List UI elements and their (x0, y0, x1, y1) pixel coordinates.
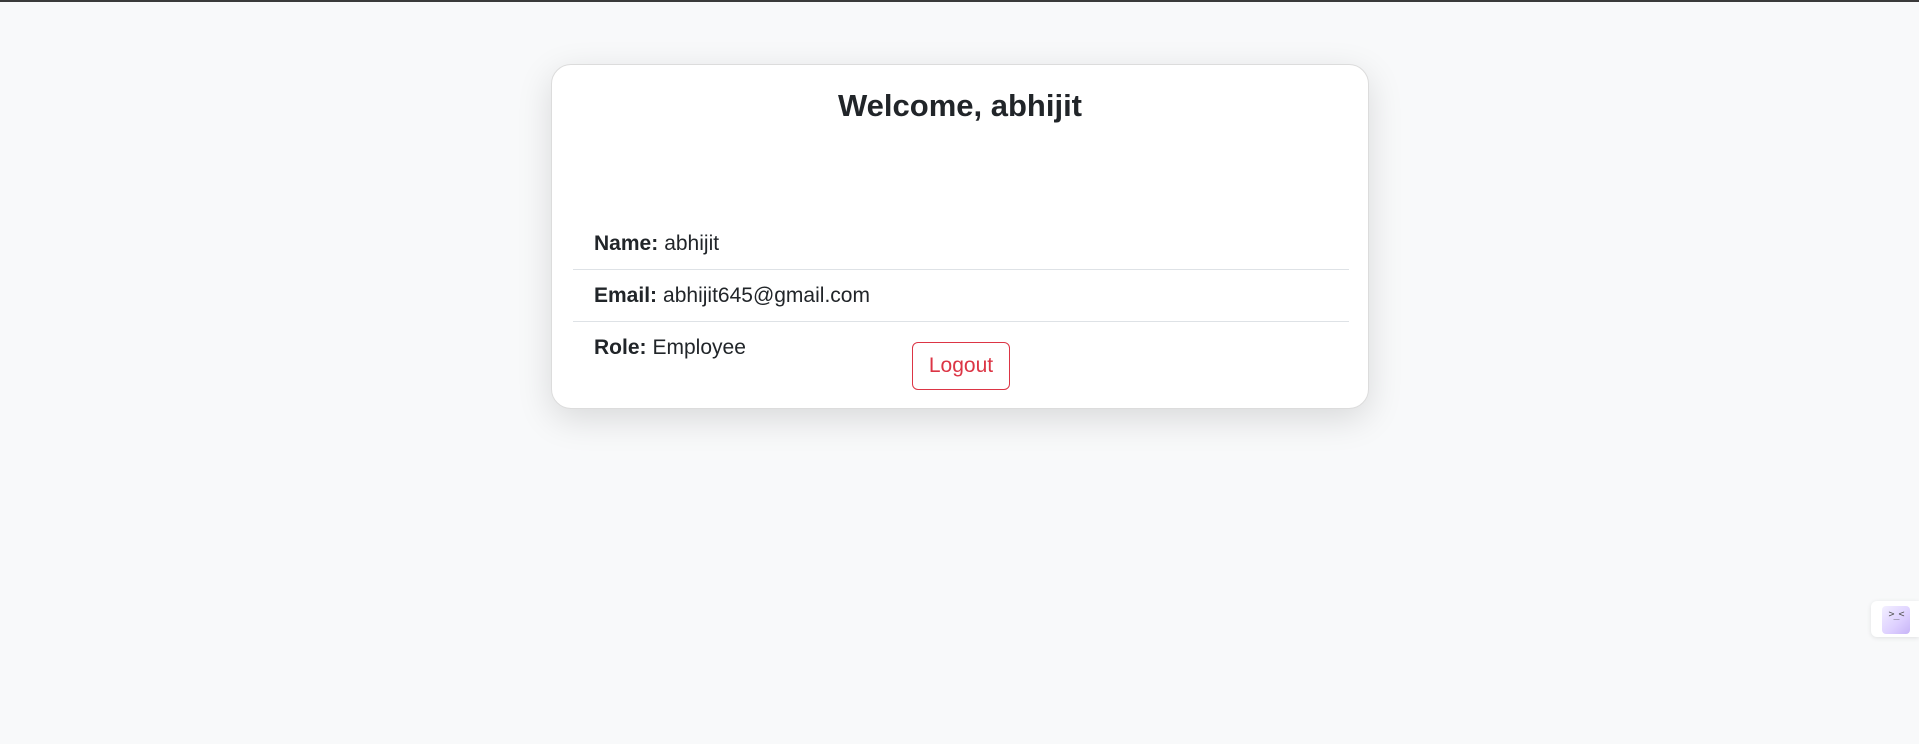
role-value: Employee (652, 336, 746, 359)
logout-button[interactable]: Logout (912, 342, 1010, 390)
extension-face-icon[interactable]: >_< (1882, 606, 1910, 634)
extension-widget[interactable]: >_< (1871, 601, 1919, 637)
window-top-border (0, 0, 1919, 2)
profile-card: Welcome, abhijit Name: abhijit Email: abhi… (551, 64, 1369, 409)
email-label: Email: (594, 284, 658, 307)
profile-item-name: Name: abhijit (573, 218, 1349, 270)
profile-item-email: Email: abhijit645@gmail.com (573, 270, 1349, 322)
role-label: Role: (594, 336, 647, 359)
name-label: Name: (594, 232, 659, 255)
name-value: abhijit (664, 232, 720, 255)
page-title: Welcome, abhijit (837, 88, 1083, 123)
email-value: abhijit645@gmail.com (663, 284, 870, 307)
